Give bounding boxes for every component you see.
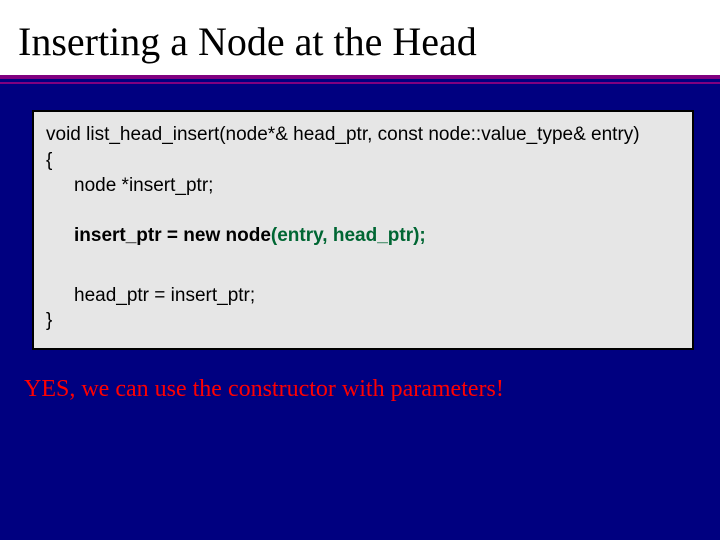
code-assign-prefix: insert_ptr = new node xyxy=(74,225,271,246)
code-signature: void list_head_insert(node*& head_ptr, c… xyxy=(46,122,680,148)
code-assign-paren-close: ); xyxy=(413,225,426,246)
title-underline xyxy=(0,82,720,84)
slide-title: Inserting a Node at the Head xyxy=(0,0,720,79)
footer-note: YES, we can use the constructor with par… xyxy=(0,350,720,403)
slide: Inserting a Node at the Head void list_h… xyxy=(0,0,720,540)
code-block: void list_head_insert(node*& head_ptr, c… xyxy=(32,110,694,350)
code-brace-close: } xyxy=(46,308,680,334)
code-return: head_ptr = insert_ptr; xyxy=(46,283,680,309)
code-assignment: insert_ptr = new node(entry, head_ptr); xyxy=(46,223,680,249)
code-blank-2 xyxy=(46,249,680,283)
code-brace-open: { xyxy=(46,148,680,174)
code-assign-args: entry, head_ptr xyxy=(277,225,413,246)
code-declaration: node *insert_ptr; xyxy=(46,173,680,199)
code-blank-1 xyxy=(46,199,680,223)
